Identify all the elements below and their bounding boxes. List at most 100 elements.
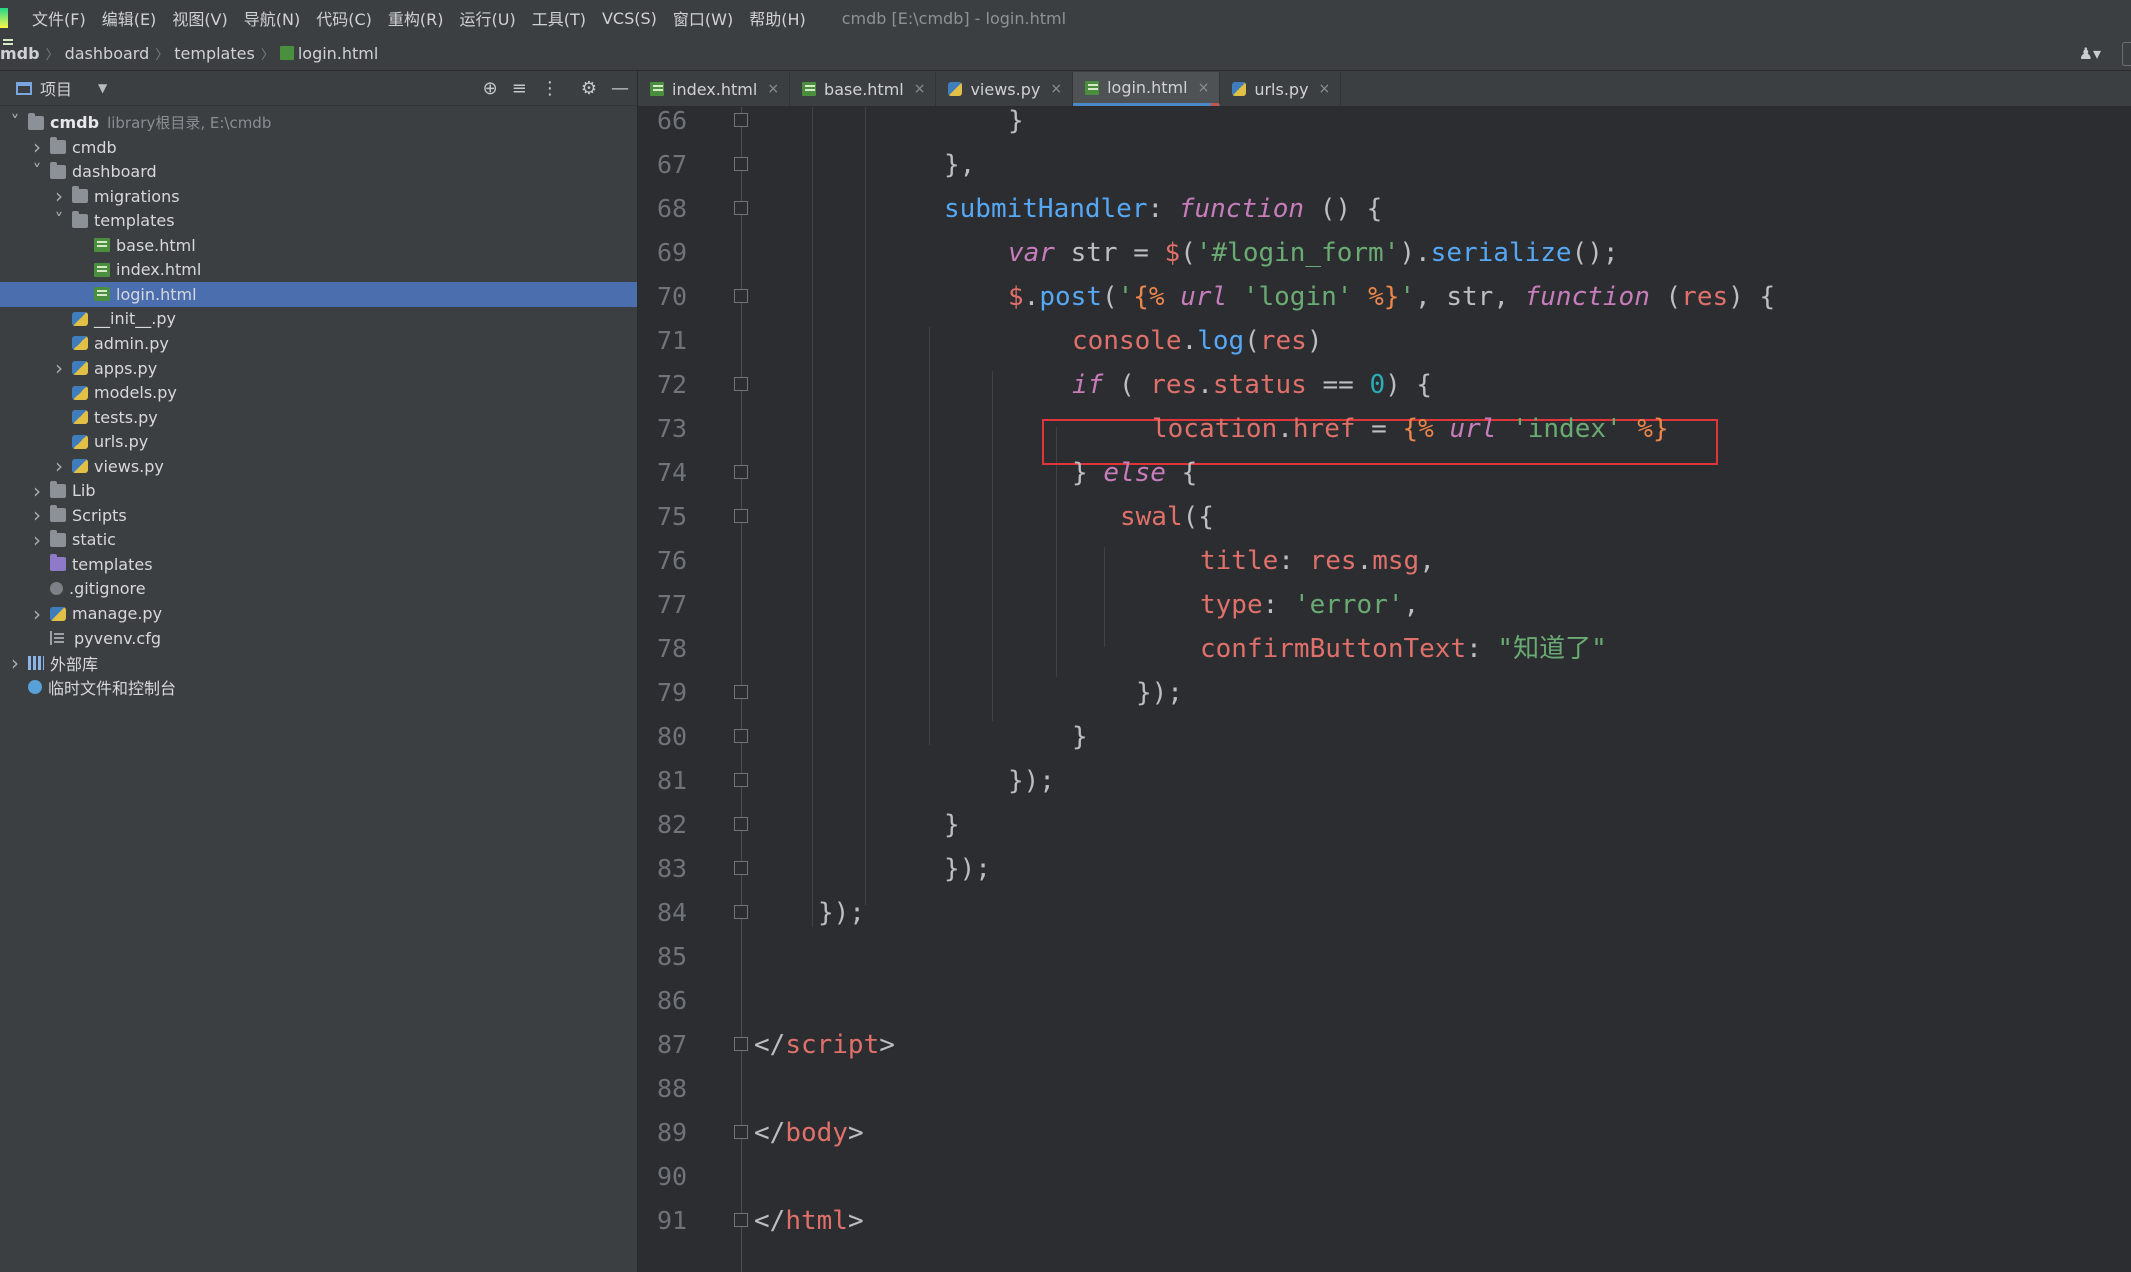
gear-icon[interactable]: ⚙ — [581, 78, 597, 99]
fold-marker-icon[interactable] — [734, 1037, 748, 1051]
tab-views-py[interactable]: views.py × — [936, 72, 1074, 106]
tree-item[interactable]: templates — [0, 552, 637, 577]
tree-item[interactable]: › apps.py — [0, 356, 637, 381]
close-icon[interactable]: × — [1319, 81, 1331, 97]
fold-marker-icon[interactable] — [734, 289, 748, 303]
tree-item-label: views.py — [94, 456, 164, 476]
tab-base-html[interactable]: base.html × — [790, 72, 937, 106]
breadcrumb-templates[interactable]: templates — [174, 44, 255, 63]
chevron-right-icon[interactable]: › — [30, 602, 44, 626]
tab-index-html[interactable]: index.html × — [638, 72, 791, 106]
menu-file[interactable]: 文件(F) — [24, 6, 94, 30]
code-token: 'index' — [1512, 414, 1622, 444]
project-panel-title[interactable]: 项目 — [40, 76, 72, 100]
tab-urls-py[interactable]: urls.py × — [1220, 72, 1342, 106]
tree-item[interactable]: › 外部库 — [0, 650, 637, 675]
tree-item[interactable]: .gitignore — [0, 576, 637, 601]
hide-panel-icon[interactable]: — — [611, 78, 629, 99]
locate-file-icon[interactable]: ⊕ — [483, 78, 498, 99]
fold-marker-icon[interactable] — [734, 1125, 748, 1139]
menu-window[interactable]: 窗口(W) — [665, 6, 741, 30]
menu-run[interactable]: 运行(U) — [452, 6, 524, 30]
fold-marker-icon[interactable] — [734, 201, 748, 215]
menu-edit[interactable]: 编辑(E) — [94, 6, 165, 30]
tree-item[interactable]: index.html — [0, 257, 637, 282]
tree-item[interactable]: pyvenv.cfg — [0, 626, 637, 651]
collapse-all-icon[interactable]: ⋮ — [541, 78, 559, 99]
tree-item[interactable]: › manage.py — [0, 601, 637, 626]
fold-marker-icon[interactable] — [734, 817, 748, 831]
chevron-down-icon[interactable]: ˅ — [52, 210, 66, 231]
chevron-right-icon[interactable]: › — [30, 503, 44, 527]
tree-item[interactable]: ˅ templates — [0, 208, 637, 233]
tree-item[interactable]: login.html — [0, 281, 637, 307]
code-text: $.post('{% url 'login' %}', str, functio… — [1008, 275, 1775, 319]
chevron-right-icon[interactable]: › — [52, 454, 66, 478]
chevron-right-icon[interactable]: › — [52, 184, 66, 208]
tree-item[interactable]: ˅ cmdb library根目录, E:\cmdb — [0, 110, 637, 135]
close-icon[interactable]: × — [1050, 81, 1062, 97]
tree-item[interactable]: __init__.py — [0, 306, 637, 331]
tree-item[interactable]: admin.py — [0, 331, 637, 356]
code-token: } — [944, 810, 960, 840]
menu-navigate[interactable]: 导航(N) — [236, 6, 308, 30]
tree-item[interactable]: base.html — [0, 233, 637, 258]
chevron-right-icon[interactable]: › — [30, 135, 44, 159]
tree-item[interactable]: ˅ dashboard — [0, 159, 637, 184]
code-editor[interactable]: 66 } 67 }, 68 submitHandler: function ()… — [638, 107, 2131, 1272]
gitignore-file-icon — [50, 582, 63, 596]
tree-item-label: base.html — [116, 235, 196, 255]
close-icon[interactable]: × — [1198, 80, 1210, 96]
close-icon[interactable]: × — [914, 81, 926, 97]
close-icon[interactable]: × — [767, 81, 779, 97]
menu-tools[interactable]: 工具(T) — [524, 6, 594, 30]
user-account-icon[interactable]: ♟▾ — [2079, 44, 2101, 63]
code-token: %} — [1621, 414, 1669, 444]
menu-help[interactable]: 帮助(H) — [741, 6, 814, 30]
fold-marker-icon[interactable] — [734, 113, 748, 127]
menu-code[interactable]: 代码(C) — [308, 6, 380, 30]
tree-item[interactable]: › Scripts — [0, 503, 637, 528]
code-token: swal — [1120, 502, 1183, 532]
chevron-down-icon[interactable]: ▼ — [98, 81, 107, 95]
fold-marker-icon[interactable] — [734, 773, 748, 787]
tree-item[interactable]: › views.py — [0, 454, 637, 479]
menu-refactor[interactable]: 重构(R) — [380, 6, 452, 30]
tab-login-html[interactable]: login.html × — [1073, 72, 1221, 106]
fold-marker-icon[interactable] — [734, 905, 748, 919]
code-text: location.href = {% url 'index' %} — [1152, 407, 1669, 451]
chevron-right-icon[interactable]: › — [52, 356, 66, 380]
menu-view[interactable]: 视图(V) — [164, 6, 235, 30]
chevron-down-icon[interactable]: ˅ — [8, 112, 22, 133]
tree-item[interactable]: › static — [0, 527, 637, 552]
breadcrumb-dashboard[interactable]: dashboard — [65, 44, 150, 63]
tree-item[interactable]: › Lib — [0, 478, 637, 503]
fold-marker-icon[interactable] — [734, 685, 748, 699]
tree-item[interactable]: tests.py — [0, 405, 637, 430]
fold-marker-icon[interactable] — [734, 465, 748, 479]
code-token: : — [1278, 546, 1310, 576]
chevron-right-icon[interactable]: › — [30, 479, 44, 503]
tree-item[interactable]: › migrations — [0, 184, 637, 209]
tree-item[interactable]: urls.py — [0, 429, 637, 454]
tree-item[interactable]: models.py — [0, 380, 637, 405]
fold-marker-icon[interactable] — [734, 157, 748, 171]
code-text: }); — [944, 847, 991, 891]
expand-all-icon[interactable]: ≡ — [512, 78, 527, 99]
tree-item[interactable]: 临时文件和控制台 — [0, 675, 637, 700]
tab-label: base.html — [824, 79, 904, 99]
fold-marker-icon[interactable] — [734, 729, 748, 743]
code-line: 87 </script> — [638, 1023, 2131, 1067]
chevron-right-icon[interactable]: › — [30, 528, 44, 552]
breadcrumb-project[interactable]: mdb — [0, 44, 40, 63]
chevron-right-icon[interactable]: › — [8, 651, 22, 675]
fold-marker-icon[interactable] — [734, 377, 748, 391]
fold-marker-icon[interactable] — [734, 509, 748, 523]
fold-marker-icon[interactable] — [734, 861, 748, 875]
menu-vcs[interactable]: VCS(S) — [594, 9, 665, 28]
tree-item[interactable]: › cmdb — [0, 135, 637, 160]
fold-marker-icon[interactable] — [734, 1213, 748, 1227]
chevron-down-icon[interactable]: ˅ — [30, 161, 44, 182]
html-file-icon — [1085, 80, 1100, 95]
breadcrumb-file[interactable]: login.html — [298, 44, 379, 63]
